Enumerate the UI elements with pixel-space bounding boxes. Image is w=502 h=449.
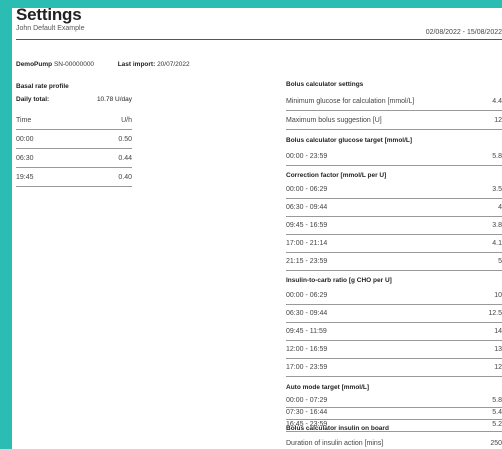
row-time: 06:30 <box>16 155 34 162</box>
row-label: 21:15 - 23:59 <box>286 258 328 265</box>
row-time: 00:00 <box>16 136 34 143</box>
table-row: 06:30 0.44 <box>16 152 132 168</box>
row-value: 12 <box>494 364 502 371</box>
header-divider <box>16 39 502 40</box>
table-row: Minimum glucose for calculation [mmol/L]… <box>286 95 502 111</box>
row-value: 0.44 <box>118 155 132 162</box>
table-row: 00:00 0.50 <box>16 133 132 149</box>
row-value: 10 <box>494 292 502 299</box>
row-value: 3.8 <box>492 222 502 229</box>
settings-report-page: Settings John Default Example 02/08/2022… <box>0 0 502 449</box>
row-label: Minimum glucose for calculation [mmol/L] <box>286 98 415 105</box>
daily-total-label: Daily total: <box>16 96 50 103</box>
date-range: 02/08/2022 - 15/08/2022 <box>425 29 502 36</box>
last-import-label: Last import: <box>117 61 156 68</box>
glucose-target-title: Bolus calculator glucose target [mmol/L] <box>286 137 413 144</box>
row-time: 19:45 <box>16 174 34 181</box>
row-label: 09:45 - 11:59 <box>286 328 327 335</box>
row-label: Duration of insulin action [mins] <box>286 440 384 447</box>
table-row: 00:00 - 06:29 10 <box>286 289 502 305</box>
row-label: 00:00 - 06:29 <box>286 292 328 299</box>
table-row: 06:30 - 09:44 4 <box>286 201 502 217</box>
row-value: 13 <box>494 346 502 353</box>
row-label: 09:45 - 16:59 <box>286 222 328 229</box>
row-value: 5.8 <box>492 153 502 160</box>
row-value: 5 <box>498 258 502 265</box>
auto-mode-title: Auto mode target [mmol/L] <box>286 384 370 391</box>
row-value: 4.1 <box>492 240 502 247</box>
table-row: 00:00 - 07:29 5.8 <box>286 396 502 408</box>
col-unit: U/h <box>121 117 132 124</box>
table-row: 00:00 - 23:59 5.8 <box>286 150 502 166</box>
row-label: 06:30 - 09:44 <box>286 310 328 317</box>
row-label: 07:30 - 16:44 <box>286 409 328 416</box>
row-value: 4 <box>498 204 502 211</box>
row-value: 250 <box>490 440 502 447</box>
row-value: 5.2 <box>492 421 502 428</box>
row-label: 00:00 - 07:29 <box>286 397 328 404</box>
table-row: 12:00 - 16:59 13 <box>286 343 502 359</box>
table-row: 19:45 0.40 <box>16 171 132 187</box>
bolus-settings-title: Bolus calculator settings <box>286 81 364 88</box>
row-value: 5.8 <box>492 397 502 404</box>
table-row: Duration of insulin action [mins] 250 <box>286 437 502 449</box>
last-import-value: 20/07/2022 <box>157 61 190 68</box>
table-row: 09:45 - 16:59 3.8 <box>286 219 502 235</box>
row-label: 00:00 - 23:59 <box>286 153 328 160</box>
row-label: Maximum bolus suggestion [U] <box>286 117 382 124</box>
table-row: 00:00 - 06:29 3.5 <box>286 183 502 199</box>
table-row: 07:30 - 16:44 5.4 <box>286 408 502 420</box>
patient-name: John Default Example <box>16 25 85 32</box>
basal-daily-total: Daily total: 10.78 U/day <box>16 93 132 108</box>
table-row: 21:15 - 23:59 5 <box>286 255 502 271</box>
table-row: 06:30 - 09:44 12.5 <box>286 307 502 323</box>
row-value: 14 <box>494 328 502 335</box>
basal-title: Basal rate profile <box>16 83 69 90</box>
correction-factor-title: Correction factor [mmol/L per U] <box>286 172 387 179</box>
table-row: 09:45 - 11:59 14 <box>286 325 502 341</box>
row-label: 00:00 - 06:29 <box>286 186 328 193</box>
table-row: Maximum bolus suggestion [U] 12 <box>286 114 502 130</box>
row-value: 0.50 <box>118 136 132 143</box>
row-value: 5.4 <box>492 409 502 416</box>
page-title: Settings <box>16 5 82 24</box>
device-serial: SN-00000000 <box>53 61 95 68</box>
row-label: 06:30 - 09:44 <box>286 204 328 211</box>
row-label: 17:00 - 21:14 <box>286 240 328 247</box>
table-row: 17:00 - 23:59 12 <box>286 361 502 377</box>
carb-ratio-title: Insulin-to-carb ratio [g CHO per U] <box>286 277 392 284</box>
iob-title: Bolus calculator insulin on board <box>286 425 389 432</box>
row-value: 3.5 <box>492 186 502 193</box>
table-row: 17:00 - 21:14 4.1 <box>286 237 502 253</box>
col-time: Time <box>16 117 32 124</box>
row-value: 12 <box>494 117 502 124</box>
row-value: 0.40 <box>118 174 132 181</box>
row-value: 12.5 <box>488 310 502 317</box>
row-label: 12:00 - 16:59 <box>286 346 328 353</box>
basal-header-row: Time U/h <box>16 114 132 130</box>
device-name: DemoPump <box>16 61 53 68</box>
daily-total-value: 10.78 U/day <box>96 96 132 103</box>
device-info: DemoPump SN-00000000 Last import: 20/07/… <box>16 61 190 68</box>
row-label: 17:00 - 23:59 <box>286 364 328 371</box>
row-value: 4.4 <box>492 98 502 105</box>
